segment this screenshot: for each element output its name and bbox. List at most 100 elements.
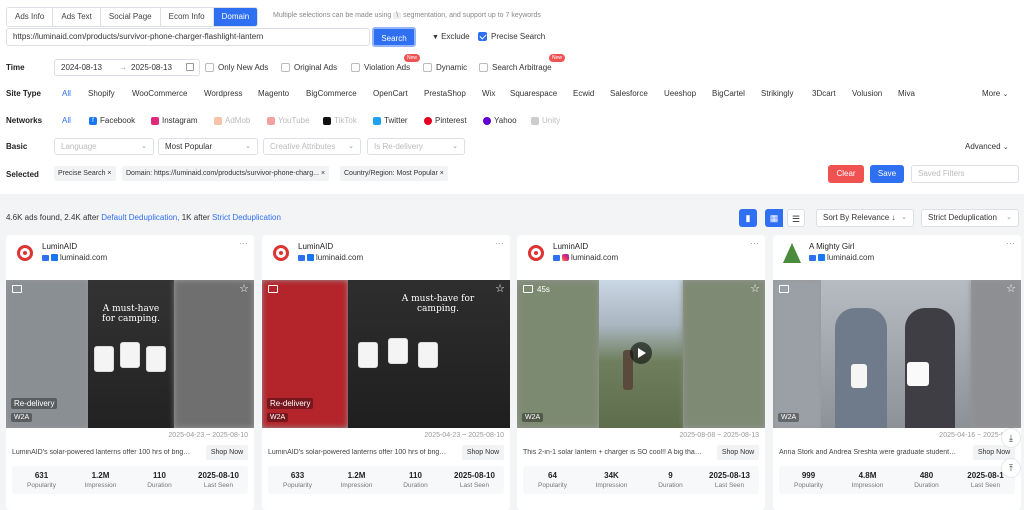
selected-chip-domain[interactable]: Domain: https://luminaid.com/products/su… <box>122 166 330 181</box>
sort-select[interactable]: Sort By Relevance ↓ ⌄ <box>816 209 914 227</box>
site-type-opencart[interactable]: OpenCart <box>373 89 408 98</box>
tab-ecom-info[interactable]: Ecom Info <box>160 8 214 26</box>
language-select[interactable]: Language ⌄ <box>54 138 154 155</box>
metric-value: 2025-08-10 <box>198 471 239 480</box>
site-type-prestashop[interactable]: PrestaShop <box>424 89 466 98</box>
site-type-volusion[interactable]: Volusion <box>852 89 882 98</box>
ad-creative[interactable]: A must-have for camping. ☆ Re-delivery W… <box>262 280 510 428</box>
favorite-star-icon[interactable]: ☆ <box>750 282 760 295</box>
site-type-bigcartel[interactable]: BigCartel <box>712 89 745 98</box>
shop-now-button[interactable]: Shop Now <box>462 445 504 460</box>
site-type-all[interactable]: All <box>62 89 71 98</box>
language-placeholder: Language <box>61 142 97 151</box>
site-type-wordpress[interactable]: Wordpress <box>204 89 243 98</box>
advertiser-name[interactable]: LuminAID <box>42 242 77 251</box>
more-site-types-button[interactable]: More ⌄ <box>982 89 1008 98</box>
close-icon[interactable]: × <box>107 170 111 177</box>
tab-ads-info[interactable]: Ads Info <box>7 8 54 26</box>
exclude-toggle[interactable]: ▼ Exclude <box>432 32 470 41</box>
default-dedup-link[interactable]: Default Deduplication, <box>101 213 179 222</box>
grid-view-button[interactable]: ▦ <box>765 209 783 227</box>
advertiser-name[interactable]: LuminAID <box>298 242 333 251</box>
redelivery-select[interactable]: Is Re-delivery ⌄ <box>367 138 465 155</box>
chart-view-button[interactable]: ▮ <box>739 209 757 227</box>
site-type-miva[interactable]: Miva <box>898 89 915 98</box>
site-type-3dcart[interactable]: 3Dcart <box>812 89 836 98</box>
ad-creative[interactable]: A must-have for camping. ☆ Re-delivery W… <box>6 280 254 428</box>
network-admob[interactable]: AdMob <box>214 116 250 125</box>
site-type-shopify[interactable]: Shopify <box>88 89 115 98</box>
site-type-salesforce[interactable]: Salesforce <box>610 89 648 98</box>
close-icon[interactable]: × <box>321 170 325 177</box>
more-options-icon[interactable]: ··· <box>495 238 504 248</box>
favorite-star-icon[interactable]: ☆ <box>495 282 505 295</box>
site-type-ecwid[interactable]: Ecwid <box>573 89 594 98</box>
search-hint: Multiple selections can be made using \ … <box>273 12 541 19</box>
ad-card[interactable]: LuminAID luminaid.com ··· A must-have fo… <box>262 235 510 510</box>
tab-domain[interactable]: Domain <box>213 8 258 26</box>
site-type-strikingly[interactable]: Strikingly <box>761 89 793 98</box>
network-tiktok[interactable]: TikTok <box>323 116 357 125</box>
back-to-top-icon[interactable]: ⤒ <box>1001 458 1021 478</box>
tab-ads-text[interactable]: Ads Text <box>53 8 101 26</box>
more-options-icon[interactable]: ··· <box>239 238 248 248</box>
ad-card[interactable]: LuminAID luminaid.com ··· A must-have fo… <box>6 235 254 510</box>
site-type-magento[interactable]: Magento <box>258 89 289 98</box>
favorite-star-icon[interactable]: ☆ <box>239 282 249 295</box>
site-type-bigcommerce[interactable]: BigCommerce <box>306 89 357 98</box>
list-view-button[interactable]: ☰ <box>787 209 805 227</box>
domain-search-input[interactable]: https://luminaid.com/products/survivor-p… <box>6 28 370 46</box>
network-instagram[interactable]: Instagram <box>151 116 198 125</box>
original-ads-checkbox[interactable]: Original Ads <box>281 63 337 72</box>
creative-attributes-select[interactable]: Creative Attributes ⌄ <box>263 138 361 155</box>
precise-search-checkbox[interactable]: Precise Search <box>478 32 545 41</box>
network-twitter[interactable]: Twitter <box>373 116 408 125</box>
ad-card[interactable]: LuminAID luminaid.com ··· 45s ☆ W2A 2025… <box>517 235 765 510</box>
play-icon[interactable] <box>630 342 652 364</box>
search-arbitrage-checkbox[interactable]: Search Arbitrage <box>479 63 552 72</box>
network-pinterest[interactable]: Pinterest <box>424 116 467 125</box>
only-new-ads-checkbox[interactable]: Only New Ads <box>205 63 268 72</box>
ad-metrics: 633 Popularity 1.2M Impression 110 Duration… <box>268 466 504 494</box>
ad-description: LuminAID's solar-powered lanterns offer … <box>12 449 192 456</box>
network-facebook[interactable]: f Facebook <box>89 116 135 125</box>
shop-now-button[interactable]: Shop Now <box>717 445 759 460</box>
tab-social-page[interactable]: Social Page <box>100 8 161 26</box>
network-yahoo[interactable]: Yahoo <box>483 116 517 125</box>
advanced-filters-button[interactable]: Advanced ⌄ <box>965 142 1009 151</box>
search-button[interactable]: Search <box>372 27 416 47</box>
chat-icon <box>553 254 560 261</box>
site-type-wix[interactable]: Wix <box>482 89 495 98</box>
pinterest-icon <box>424 116 432 125</box>
close-icon[interactable]: × <box>440 170 444 177</box>
ad-creative[interactable]: 45s ☆ W2A <box>517 280 765 428</box>
shop-now-button[interactable]: Shop Now <box>206 445 248 460</box>
save-button[interactable]: Save <box>870 165 904 183</box>
site-type-ueeshop[interactable]: Ueeshop <box>664 89 696 98</box>
selected-chip-country[interactable]: Country/Region: Most Popular × <box>340 166 448 181</box>
violation-ads-checkbox[interactable]: Violation Ads <box>351 63 410 72</box>
ad-creative[interactable]: ☆ W2A <box>773 280 1021 428</box>
more-options-icon[interactable]: ··· <box>750 238 759 248</box>
saved-filters-select[interactable]: Saved Filters <box>911 165 1019 183</box>
blurred-edge <box>174 280 254 428</box>
popularity-select[interactable]: Most Popular ⌄ <box>158 138 258 155</box>
ad-card[interactable]: A Mighty Girl luminaid.com ··· ☆ W2A 202… <box>773 235 1021 510</box>
site-type-squarespace[interactable]: Squarespace <box>510 89 557 98</box>
selected-chip-precise-search[interactable]: Precise Search × <box>54 166 116 181</box>
more-options-icon[interactable]: ··· <box>1006 238 1015 248</box>
advertiser-name[interactable]: LuminAID <box>553 242 588 251</box>
strict-dedup-link[interactable]: Strict Deduplication <box>212 213 281 222</box>
dynamic-checkbox[interactable]: Dynamic <box>423 63 467 72</box>
favorite-star-icon[interactable]: ☆ <box>1006 282 1016 295</box>
download-icon[interactable]: ⤓ <box>1001 428 1021 448</box>
advertiser-name[interactable]: A Mighty Girl <box>809 242 854 251</box>
network-youtube[interactable]: YouTube <box>267 116 309 125</box>
site-type-woocommerce[interactable]: WooCommerce <box>132 89 187 98</box>
date-range-picker[interactable]: 2024-08-13 → 2025-08-13 <box>54 59 200 76</box>
network-unity[interactable]: Unity <box>531 116 560 125</box>
hint-key: \ <box>393 12 402 19</box>
clear-button[interactable]: Clear <box>828 165 864 183</box>
network-all[interactable]: All <box>62 116 71 125</box>
dedup-select[interactable]: Strict Deduplication ⌄ <box>921 209 1019 227</box>
